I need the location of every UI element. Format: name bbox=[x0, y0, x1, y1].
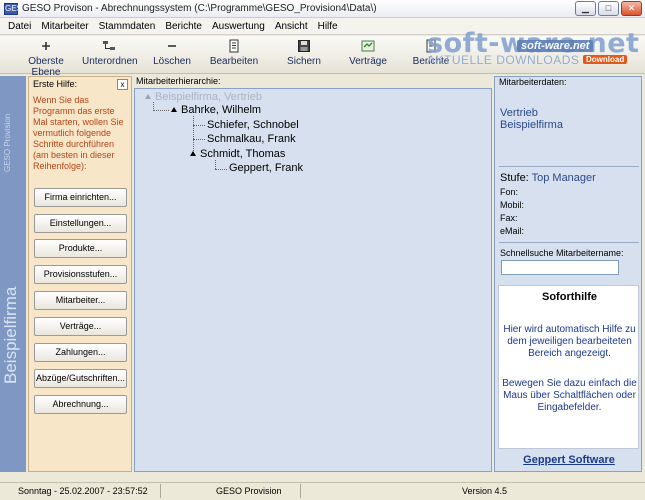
menu-ansicht[interactable]: Ansicht bbox=[270, 21, 313, 32]
window-title: GESO Provison - Abrechnungssystem (C:\Pr… bbox=[22, 3, 377, 14]
soforthilfe-text-2: Bewegen Sie dazu einfach die Maus über S… bbox=[502, 378, 637, 413]
vertraege-label: Verträge bbox=[349, 56, 387, 67]
status-datetime: Sonntag - 25.02.2007 - 23:57:52 bbox=[18, 486, 148, 496]
mitarbeiter-button[interactable]: Mitarbeiter... bbox=[34, 291, 127, 310]
help-title: Erste Hilfe: x bbox=[29, 77, 131, 91]
tree-line bbox=[193, 125, 205, 126]
tree-node-schmidt[interactable]: Schmidt, Thomas bbox=[190, 148, 285, 160]
search-input[interactable] bbox=[501, 260, 619, 275]
status-app: GESO Provision bbox=[216, 486, 282, 496]
menu-mitarbeiter[interactable]: Mitarbeiter bbox=[36, 21, 93, 32]
menu-stammdaten[interactable]: Stammdaten bbox=[94, 21, 161, 32]
employee-stufe: Stufe: Top Manager bbox=[500, 172, 596, 184]
berichte-label: Berichte bbox=[412, 56, 450, 67]
berichte-button[interactable]: Berichte bbox=[410, 39, 452, 72]
menu-bar: Datei Mitarbeiter Stammdaten Berichte Au… bbox=[0, 18, 645, 35]
employee-mobil: Mobil: bbox=[500, 200, 525, 210]
help-title-text: Erste Hilfe: bbox=[33, 79, 78, 89]
tree-node-root[interactable]: Beispielfirma, Vertrieb bbox=[145, 91, 262, 103]
tree-node-schmalkau[interactable]: Schmalkau, Frank bbox=[207, 133, 296, 145]
produkte-button[interactable]: Produkte... bbox=[34, 239, 127, 258]
search-label: Schnellsuche Mitarbeitername: bbox=[500, 248, 624, 258]
employee-title: Mitarbeiterdaten: bbox=[499, 77, 567, 87]
help-text: Wenn Sie das Programm das erste Mal star… bbox=[33, 95, 124, 171]
soforthilfe-box: Soforthilfe Hier wird automatisch Hilfe … bbox=[498, 285, 639, 449]
company-line-2: Beispielfirma bbox=[500, 119, 563, 131]
save-icon bbox=[298, 40, 310, 52]
report-icon bbox=[426, 39, 436, 53]
hierarchy-title: Mitarbeiterhierarchie: bbox=[136, 76, 221, 86]
window-controls: ▁ □ ✕ bbox=[575, 1, 642, 16]
company-line-1: Vertrieb bbox=[500, 107, 538, 119]
geppert-software-link[interactable]: Geppert Software bbox=[495, 454, 643, 466]
status-divider bbox=[300, 484, 301, 498]
tree-line bbox=[215, 169, 227, 170]
loeschen-label: Löschen bbox=[153, 56, 191, 67]
app-icon: GESO bbox=[4, 2, 29, 15]
tree-line bbox=[193, 139, 205, 140]
sichern-label: Sichern bbox=[287, 56, 321, 67]
side-separator-label[interactable]: GESO Provision bbox=[3, 84, 23, 202]
edit-icon bbox=[229, 39, 239, 53]
hierarchy-icon bbox=[103, 41, 115, 50]
tree-node-bahrke[interactable]: Bahrke, Wilhelm bbox=[171, 104, 261, 116]
sichern-button[interactable]: Sichern bbox=[283, 39, 325, 72]
tree-line bbox=[215, 160, 216, 169]
maximize-button[interactable]: □ bbox=[598, 1, 619, 16]
divider bbox=[499, 242, 639, 243]
help-close-button[interactable]: x bbox=[117, 79, 128, 90]
tree-node-schiefer[interactable]: Schiefer, Schnobel bbox=[207, 119, 299, 131]
minus-icon bbox=[168, 45, 176, 47]
divider bbox=[499, 166, 639, 167]
title-bar: GESO GESO Provison - Abrechnungssystem (… bbox=[0, 0, 645, 18]
expand-icon[interactable] bbox=[190, 151, 196, 156]
employee-company: Vertrieb Beispielfirma bbox=[500, 107, 563, 131]
minimize-button[interactable]: ▁ bbox=[575, 1, 596, 16]
side-firm-label: Beispielfirma bbox=[1, 286, 20, 384]
stufe-value: Top Manager bbox=[531, 172, 596, 184]
help-panel: Erste Hilfe: x Wenn Sie das Programm das… bbox=[28, 76, 132, 472]
tree-node-label: Schmidt, Thomas bbox=[200, 148, 286, 160]
status-version: Version 4.5 bbox=[462, 486, 508, 496]
einstellungen-button[interactable]: Einstellungen... bbox=[34, 214, 127, 233]
toolbar: Oberste Ebene Unterordnen Löschen Bearbe… bbox=[0, 36, 645, 78]
plus-icon bbox=[42, 42, 50, 50]
employee-email: eMail: bbox=[500, 226, 525, 236]
oberste-ebene-label: Oberste Ebene bbox=[28, 56, 64, 78]
employee-panel: Mitarbeiterdaten: Vertrieb Beispielfirma… bbox=[494, 76, 642, 472]
zahlungen-button[interactable]: Zahlungen... bbox=[34, 343, 127, 362]
tree-node-label: Beispielfirma, Vertrieb bbox=[155, 91, 262, 103]
menu-datei[interactable]: Datei bbox=[3, 21, 36, 32]
bearbeiten-button[interactable]: Bearbeiten bbox=[208, 39, 260, 72]
employee-fax: Fax: bbox=[500, 213, 518, 223]
unterordnen-button[interactable]: Unterordnen bbox=[82, 39, 138, 72]
menu-berichte[interactable]: Berichte bbox=[160, 21, 207, 32]
provisionsstufen-button[interactable]: Provisionsstufen... bbox=[34, 265, 127, 284]
tree-node-label: Bahrke, Wilhelm bbox=[181, 104, 262, 116]
menu-hilfe[interactable]: Hilfe bbox=[313, 21, 343, 32]
status-bar: Sonntag - 25.02.2007 - 23:57:52 GESO Pro… bbox=[0, 482, 645, 500]
oberste-ebene-button[interactable]: Oberste Ebene bbox=[15, 39, 77, 78]
tree-node-geppert[interactable]: Geppert, Frank bbox=[229, 162, 303, 174]
expand-icon[interactable] bbox=[145, 94, 151, 99]
status-divider bbox=[160, 484, 161, 498]
vertraege-button[interactable]: Verträge bbox=[346, 39, 390, 72]
menu-auswertung[interactable]: Auswertung bbox=[207, 21, 270, 32]
soforthilfe-text-1: Hier wird automatisch Hilfe zu dem jewei… bbox=[503, 324, 636, 359]
loeschen-button[interactable]: Löschen bbox=[151, 39, 193, 72]
unterordnen-label: Unterordnen bbox=[82, 56, 138, 67]
expand-icon[interactable] bbox=[171, 107, 177, 112]
contract-icon bbox=[361, 40, 375, 52]
stufe-label: Stufe: bbox=[500, 172, 529, 184]
abzuege-gutschriften-button[interactable]: Abzüge/Gutschriften... bbox=[34, 369, 127, 388]
employee-fon: Fon: bbox=[500, 187, 519, 197]
hierarchy-tree[interactable]: Beispielfirma, Vertrieb Bahrke, Wilhelm … bbox=[134, 88, 492, 472]
bearbeiten-label: Bearbeiten bbox=[209, 56, 259, 67]
abrechnung-button[interactable]: Abrechnung... bbox=[34, 395, 127, 414]
tree-line bbox=[153, 110, 169, 111]
soforthilfe-title: Soforthilfe bbox=[542, 291, 597, 303]
vertraege-help-button[interactable]: Verträge... bbox=[34, 317, 127, 336]
close-button[interactable]: ✕ bbox=[621, 1, 642, 16]
firma-einrichten-button[interactable]: Firma einrichten... bbox=[34, 188, 127, 207]
